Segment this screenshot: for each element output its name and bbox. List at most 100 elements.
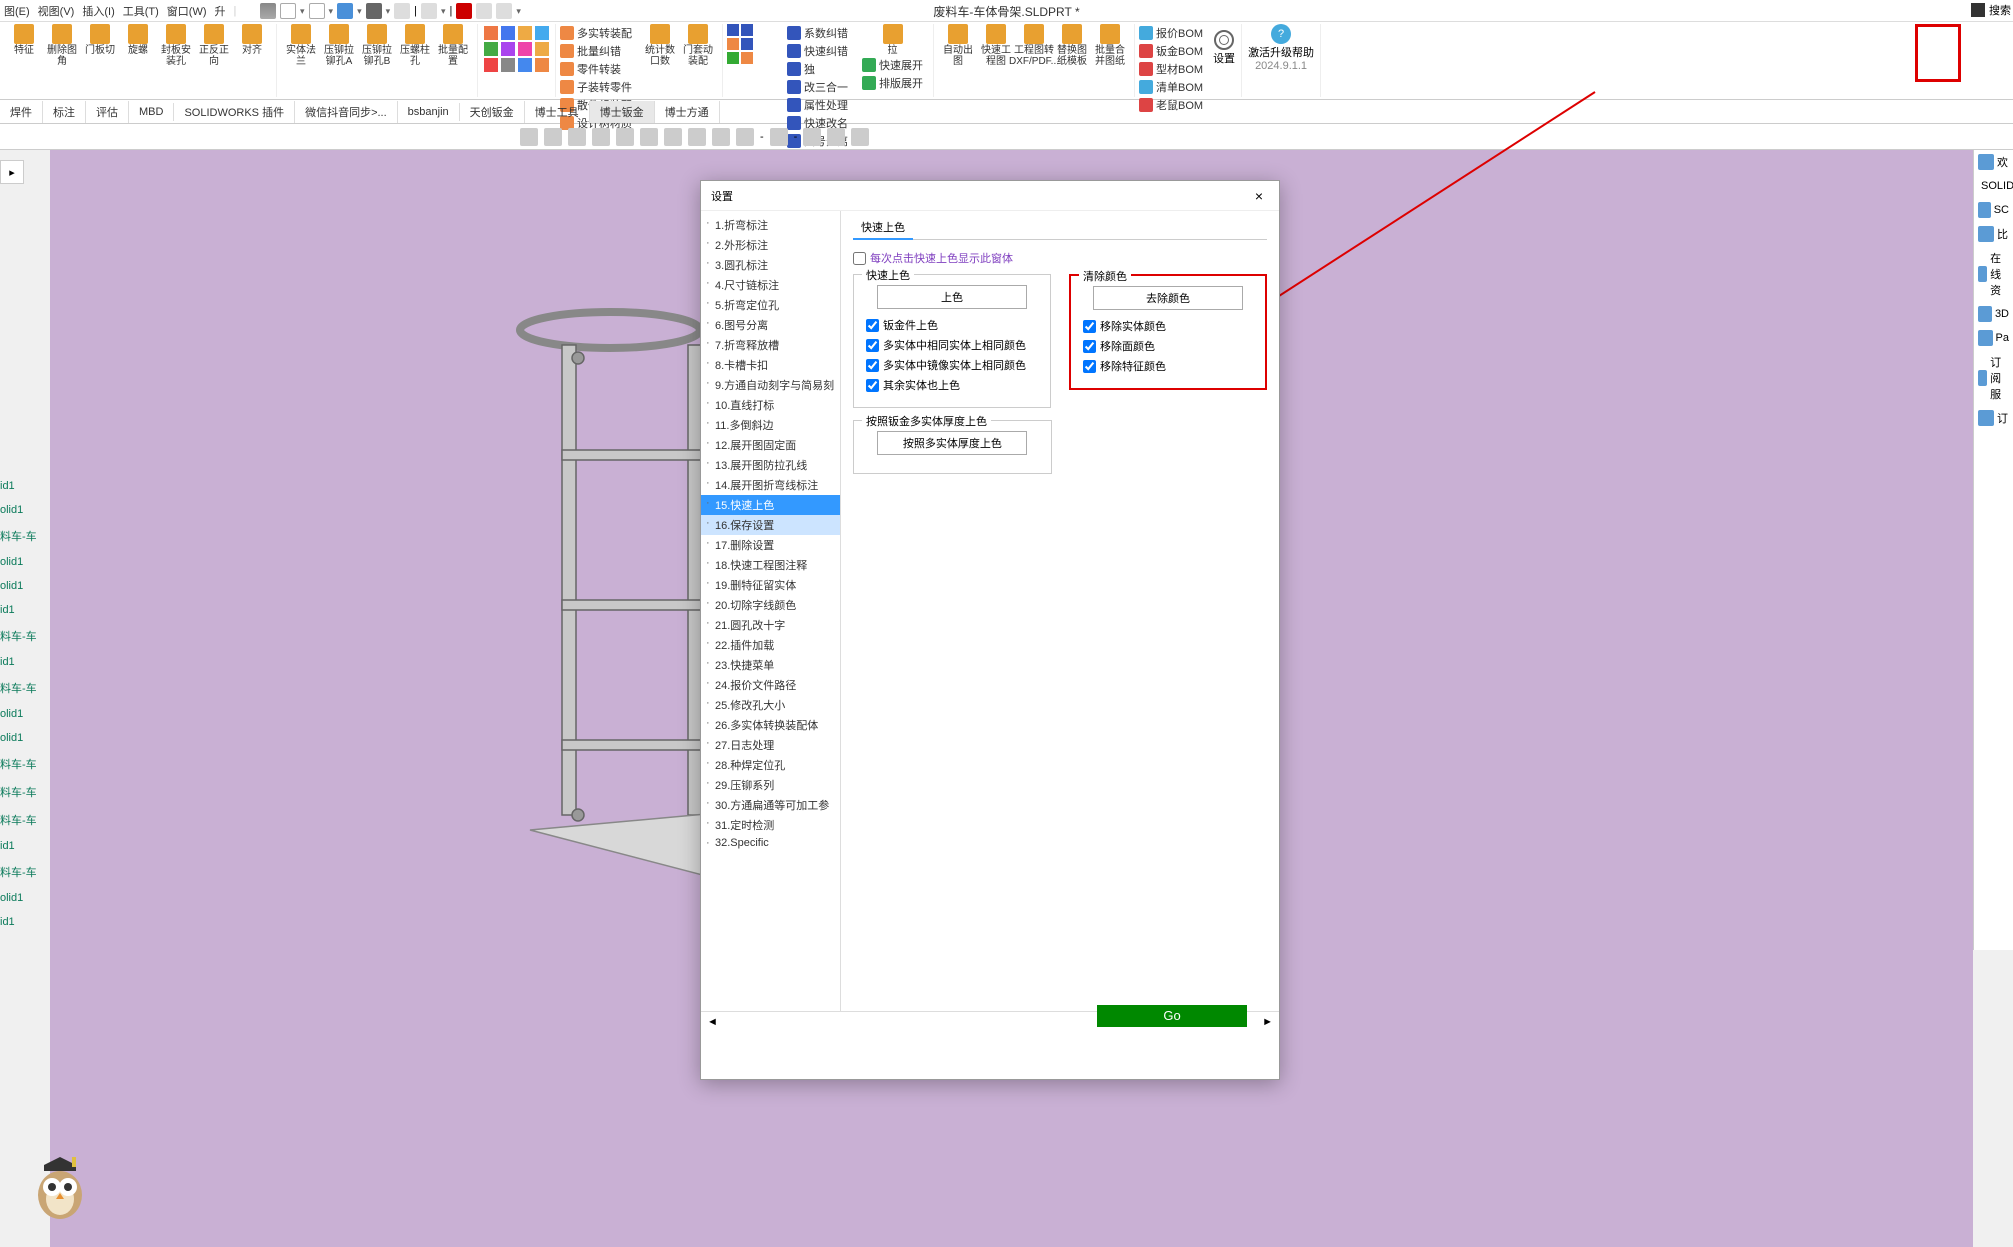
task-pane-item[interactable]: Pa xyxy=(1974,326,2013,350)
tree-item[interactable]: 25.修改孔大小 xyxy=(701,695,840,715)
scene-icon[interactable] xyxy=(712,128,730,146)
ribbon-button[interactable]: 对齐 xyxy=(234,24,270,67)
always-show-checkbox[interactable]: 每次点击快速上色显示此窗体 xyxy=(853,250,1267,266)
tab[interactable]: 博士工具 xyxy=(525,101,590,123)
rebuild-icon[interactable] xyxy=(456,3,472,19)
tree-item[interactable]: 23.快捷菜单 xyxy=(701,655,840,675)
ribbon-small-button[interactable]: 清单BOM xyxy=(1139,79,1203,95)
tree-node[interactable]: 料车-车 xyxy=(0,784,37,800)
ribbon-small-button[interactable]: 零件转装 xyxy=(560,61,632,77)
settings-button[interactable]: 设置 xyxy=(1207,24,1242,97)
tree-item[interactable]: 21.圆孔改十字 xyxy=(701,615,840,635)
tab[interactable]: 博士钣金 xyxy=(590,101,655,123)
checkbox-option[interactable]: 多实体中镜像实体上相同颜色 xyxy=(866,357,1038,373)
zoom-area-icon[interactable] xyxy=(544,128,562,146)
tree-item[interactable]: 3.圆孔标注 xyxy=(701,255,840,275)
tree-item[interactable]: 2.外形标注 xyxy=(701,235,840,255)
view-settings-icon[interactable] xyxy=(736,128,754,146)
tree-item[interactable]: 19.删特征留实体 xyxy=(701,575,840,595)
tree-item[interactable]: 5.折弯定位孔 xyxy=(701,295,840,315)
task-pane-item[interactable]: SOLIDW xyxy=(1974,174,2013,198)
tab[interactable]: bsbanjin xyxy=(398,103,460,121)
menu-item[interactable]: 插入(I) xyxy=(82,3,114,19)
checkbox-option[interactable]: 多实体中相同实体上相同颜色 xyxy=(866,337,1038,353)
tab[interactable]: 评估 xyxy=(86,101,129,123)
open-icon[interactable] xyxy=(309,3,325,19)
tree-node[interactable]: 料车-车 xyxy=(0,864,37,880)
task-pane-item[interactable]: 欢 xyxy=(1974,150,2013,174)
tree-item[interactable]: 18.快速工程图注释 xyxy=(701,555,840,575)
tree-node[interactable]: 料车-车 xyxy=(0,812,37,828)
ribbon-button[interactable]: 特征 xyxy=(6,24,42,67)
tab[interactable]: SOLIDWORKS 插件 xyxy=(174,101,295,123)
section-icon[interactable] xyxy=(592,128,610,146)
tree-node[interactable]: id1 xyxy=(0,840,37,852)
save-icon[interactable] xyxy=(337,3,353,19)
tree-item[interactable]: 27.日志处理 xyxy=(701,735,840,755)
checkbox-option[interactable]: 其余实体也上色 xyxy=(866,377,1038,393)
task-pane-item[interactable]: 订阅服 xyxy=(1974,350,2013,406)
ribbon-small-button[interactable]: 独 xyxy=(787,61,848,77)
ribbon-button[interactable]: 门板切 xyxy=(82,24,118,67)
ribbon-small-button[interactable]: 老鼠BOM xyxy=(1139,97,1203,113)
tree-item[interactable]: 31.定时检测 xyxy=(701,815,840,835)
tree-node[interactable]: olid1 xyxy=(0,504,37,516)
ribbon-button[interactable]: 批量配置 xyxy=(435,24,471,67)
tree-item[interactable]: 1.折弯标注 xyxy=(701,215,840,235)
menu-item[interactable]: 升 xyxy=(215,3,226,19)
feature-tree-expand[interactable]: ▸ xyxy=(0,160,24,184)
close-button[interactable]: × xyxy=(1249,186,1269,206)
ribbon-button[interactable]: 批量合并图纸 xyxy=(1092,24,1128,67)
ribbon-button[interactable]: 工程图转DXF/PDF... xyxy=(1016,24,1052,67)
ribbon-button[interactable]: 门套动装配 xyxy=(680,24,716,67)
ribbon-button[interactable]: 压铆拉铆孔A xyxy=(321,24,357,67)
tree-item[interactable]: 22.插件加载 xyxy=(701,635,840,655)
task-pane-item[interactable]: SC xyxy=(1974,198,2013,222)
appearance-icon[interactable] xyxy=(688,128,706,146)
orient-icon[interactable] xyxy=(616,128,634,146)
ribbon-button[interactable]: 替换图纸模板 xyxy=(1054,24,1090,67)
task-pane-item[interactable]: 3D xyxy=(1974,302,2013,326)
home-icon[interactable] xyxy=(260,3,276,19)
ribbon-small-button[interactable]: 排版展开 xyxy=(862,75,923,91)
checkbox-option[interactable]: 钣金件上色 xyxy=(866,317,1038,333)
tree-item[interactable]: 16.保存设置 xyxy=(701,515,840,535)
menu-item[interactable]: 视图(V) xyxy=(38,3,75,19)
tree-item[interactable]: 7.折弯释放槽 xyxy=(701,335,840,355)
ribbon-small-button[interactable]: 多实转装配 xyxy=(560,25,632,41)
tree-node[interactable]: 料车-车 xyxy=(0,680,37,696)
content-tab[interactable]: 快速上色 xyxy=(853,218,913,240)
tree-node[interactable]: 料车-车 xyxy=(0,628,37,644)
tab[interactable]: MBD xyxy=(129,103,174,121)
options-icon[interactable] xyxy=(476,3,492,19)
ribbon-small-button[interactable]: 属性处理 xyxy=(787,97,848,113)
print-icon[interactable] xyxy=(366,3,382,19)
ribbon-small-button[interactable]: 型材BOM xyxy=(1139,61,1203,77)
tree-item[interactable]: 13.展开图防拉孔线 xyxy=(701,455,840,475)
tab[interactable]: 博士方通 xyxy=(655,101,720,123)
pan-icon[interactable] xyxy=(851,128,869,146)
ribbon-button[interactable]: 压铆拉铆孔B xyxy=(359,24,395,67)
gear-icon[interactable] xyxy=(496,3,512,19)
hide-show-icon[interactable] xyxy=(664,128,682,146)
thickness-color-button[interactable]: 按照多实体厚度上色 xyxy=(877,431,1027,455)
ribbon-small-button[interactable]: 系数纠错 xyxy=(787,25,848,41)
tab[interactable]: 微信抖音同步>... xyxy=(295,101,398,123)
tree-item[interactable]: 28.种焊定位孔 xyxy=(701,755,840,775)
tree-item[interactable]: 26.多实体转换装配体 xyxy=(701,715,840,735)
tree-item[interactable]: 24.报价文件路径 xyxy=(701,675,840,695)
tree-item[interactable]: 9.方通自动刻字与简易刻 xyxy=(701,375,840,395)
ribbon-button[interactable]: 自动出图 xyxy=(940,24,976,67)
go-button[interactable]: Go xyxy=(1097,1005,1247,1027)
rotate-icon[interactable] xyxy=(827,128,845,146)
ribbon-button[interactable]: 正反正向 xyxy=(196,24,232,67)
tree-node[interactable]: id1 xyxy=(0,916,37,928)
tree-item[interactable]: 10.直线打标 xyxy=(701,395,840,415)
search-box[interactable]: 搜索 xyxy=(1971,2,2011,18)
tree-item[interactable]: 11.多倒斜边 xyxy=(701,415,840,435)
tree-item[interactable]: 20.切除字线颜色 xyxy=(701,595,840,615)
ribbon-small-button[interactable]: 改三合一 xyxy=(787,79,848,95)
ribbon-button[interactable]: 封板安装孔 xyxy=(158,24,194,67)
ribbon-small-button[interactable]: 子装转零件 xyxy=(560,79,632,95)
checkbox-option[interactable]: 移除实体颜色 xyxy=(1083,318,1253,334)
